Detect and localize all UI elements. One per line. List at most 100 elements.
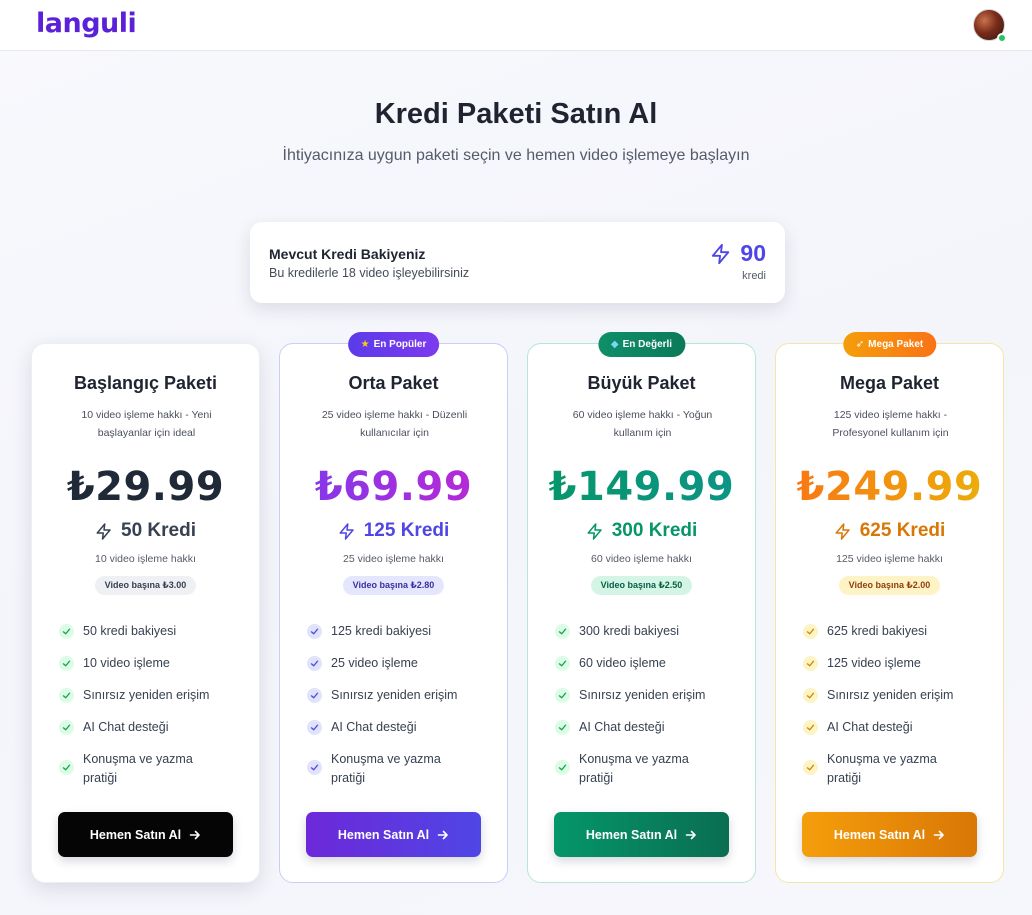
package-credits: 50 Kredi xyxy=(32,520,259,542)
package-price: ₺69.99 xyxy=(280,464,507,510)
feature-item: Sınırsız yeniden erişim xyxy=(59,686,239,705)
package-description: 10 video işleme hakkı - Yeni başlayanlar… xyxy=(81,409,212,439)
check-icon xyxy=(803,624,818,639)
check-icon xyxy=(59,760,74,775)
package-video-count: 25 video işleme hakkı xyxy=(343,553,444,565)
bolt-icon xyxy=(587,522,602,540)
feature-item: 625 kredi bakiyesi xyxy=(803,622,983,641)
check-icon xyxy=(307,760,322,775)
app-logo[interactable]: languli xyxy=(36,8,137,39)
feature-text: Konuşma ve yazma pratiği xyxy=(579,752,689,785)
check-icon xyxy=(59,720,74,735)
feature-text: 625 kredi bakiyesi xyxy=(827,624,928,638)
feature-text: Sınırsız yeniden erişim xyxy=(83,688,210,702)
package-card-orta: ★ En Popüler Orta Paket 25 video işleme … xyxy=(279,332,508,883)
package-video-count: 10 video işleme hakkı xyxy=(95,553,196,565)
check-icon xyxy=(803,656,818,671)
balance-unit: kredi xyxy=(742,270,766,282)
check-icon xyxy=(803,688,818,703)
package-card-mega: ➶ Mega Paket Mega Paket 125 video işleme… xyxy=(775,332,1004,883)
feature-item: 25 video işleme xyxy=(307,654,487,673)
buy-button-buyuk[interactable]: Hemen Satın Al xyxy=(554,812,729,857)
package-card-baslangic: Başlangıç Paketi 10 video işleme hakkı -… xyxy=(31,343,260,883)
arrow-right-icon xyxy=(685,830,696,839)
feature-item: Konuşma ve yazma pratiği xyxy=(803,750,983,788)
per-video-badge: Video başına ₺3.00 xyxy=(94,576,197,595)
page-subtitle: İhtiyacınıza uygun paketi seçin ve hemen… xyxy=(282,147,750,164)
feature-text: 10 video işleme xyxy=(83,656,170,670)
online-status-indicator xyxy=(997,33,1007,43)
popular-badge: ★ En Popüler xyxy=(347,332,440,357)
page-title: Kredi Paketi Satın Al xyxy=(374,98,658,130)
buy-button-mega[interactable]: Hemen Satın Al xyxy=(802,812,977,857)
feature-item: Sınırsız yeniden erişim xyxy=(555,686,735,705)
package-name: Başlangıç Paketi xyxy=(73,373,218,393)
feature-item: 300 kredi bakiyesi xyxy=(555,622,735,641)
feature-text: AI Chat desteği xyxy=(331,720,417,734)
package-credits-label: 300 Kredi xyxy=(611,520,698,541)
feature-text: 50 kredi bakiyesi xyxy=(83,624,177,638)
arrow-right-icon xyxy=(189,830,200,839)
check-icon xyxy=(59,624,74,639)
feature-list: 125 kredi bakiyesi 25 video işleme Sınır… xyxy=(307,622,487,801)
package-description: 60 video işleme hakkı - Yoğun kullanım i… xyxy=(572,409,713,439)
badge-label: En Değerli xyxy=(622,339,673,350)
bolt-icon xyxy=(339,522,354,540)
feature-item: 60 video işleme xyxy=(555,654,735,673)
check-icon xyxy=(307,720,322,735)
check-icon xyxy=(307,656,322,671)
feature-list: 50 kredi bakiyesi 10 video işleme Sınırs… xyxy=(59,622,239,801)
mega-badge: ➶ Mega Paket xyxy=(842,332,937,357)
buy-button-baslangic[interactable]: Hemen Satın Al xyxy=(58,812,233,857)
balance-value: 90 xyxy=(740,240,766,266)
package-video-count: 125 video işleme hakkı xyxy=(836,553,943,565)
feature-item: AI Chat desteği xyxy=(555,718,735,737)
credit-balance-card: Mevcut Kredi Bakiyeniz Bu kredilerle 18 … xyxy=(250,222,785,303)
feature-item: Konuşma ve yazma pratiği xyxy=(59,750,239,788)
bolt-icon xyxy=(96,522,111,540)
buy-button-orta[interactable]: Hemen Satın Al xyxy=(306,812,481,857)
check-icon xyxy=(803,760,818,775)
feature-item: Sınırsız yeniden erişim xyxy=(307,686,487,705)
feature-item: AI Chat desteği xyxy=(59,718,239,737)
feature-item: 50 kredi bakiyesi xyxy=(59,622,239,641)
bolt-icon xyxy=(835,522,850,540)
check-icon xyxy=(59,656,74,671)
feature-list: 625 kredi bakiyesi 125 video işleme Sını… xyxy=(803,622,983,801)
check-icon xyxy=(555,720,570,735)
package-video-count: 60 video işleme hakkı xyxy=(591,553,692,565)
feature-text: 25 video işleme xyxy=(331,656,418,670)
feature-text: AI Chat desteği xyxy=(827,720,913,734)
feature-item: AI Chat desteği xyxy=(307,718,487,737)
feature-item: 125 kredi bakiyesi xyxy=(307,622,487,641)
gem-icon: ◆ xyxy=(610,339,619,350)
package-price: ₺29.99 xyxy=(66,464,225,510)
balance-subtitle: Bu kredilerle 18 video işleyebilirsiniz xyxy=(269,266,470,280)
feature-text: Konuşma ve yazma pratiği xyxy=(83,752,193,785)
check-icon xyxy=(803,720,818,735)
package-name: Orta Paket xyxy=(348,373,439,393)
check-icon xyxy=(555,624,570,639)
check-icon xyxy=(555,656,570,671)
buy-button-label: Hemen Satın Al xyxy=(337,827,430,842)
feature-item: Konuşma ve yazma pratiği xyxy=(555,750,735,788)
package-name: Büyük Paket xyxy=(587,373,696,393)
rocket-icon: ➶ xyxy=(855,339,865,350)
package-name: Mega Paket xyxy=(839,373,940,393)
package-card-buyuk: ◆ En Değerli Büyük Paket 60 video işleme… xyxy=(527,332,756,883)
check-icon xyxy=(555,760,570,775)
package-credits: 300 Kredi xyxy=(528,520,755,542)
feature-list: 300 kredi bakiyesi 60 video işleme Sınır… xyxy=(555,622,735,801)
feature-text: 125 video işleme xyxy=(827,656,921,670)
package-credits-label: 625 Kredi xyxy=(859,520,946,541)
package-credits: 625 Kredi xyxy=(776,520,1003,542)
badge-label: En Popüler xyxy=(373,339,427,350)
feature-text: Sınırsız yeniden erişim xyxy=(827,688,954,702)
package-description: 125 video işleme hakkı - Profesyonel kul… xyxy=(832,409,949,439)
feature-text: 60 video işleme xyxy=(579,656,666,670)
best-value-badge: ◆ En Değerli xyxy=(597,332,686,357)
arrow-right-icon xyxy=(437,830,448,839)
package-description: 25 video işleme hakkı - Düzenli kullanıc… xyxy=(321,409,468,439)
bolt-icon xyxy=(712,243,730,264)
feature-item: 125 video işleme xyxy=(803,654,983,673)
